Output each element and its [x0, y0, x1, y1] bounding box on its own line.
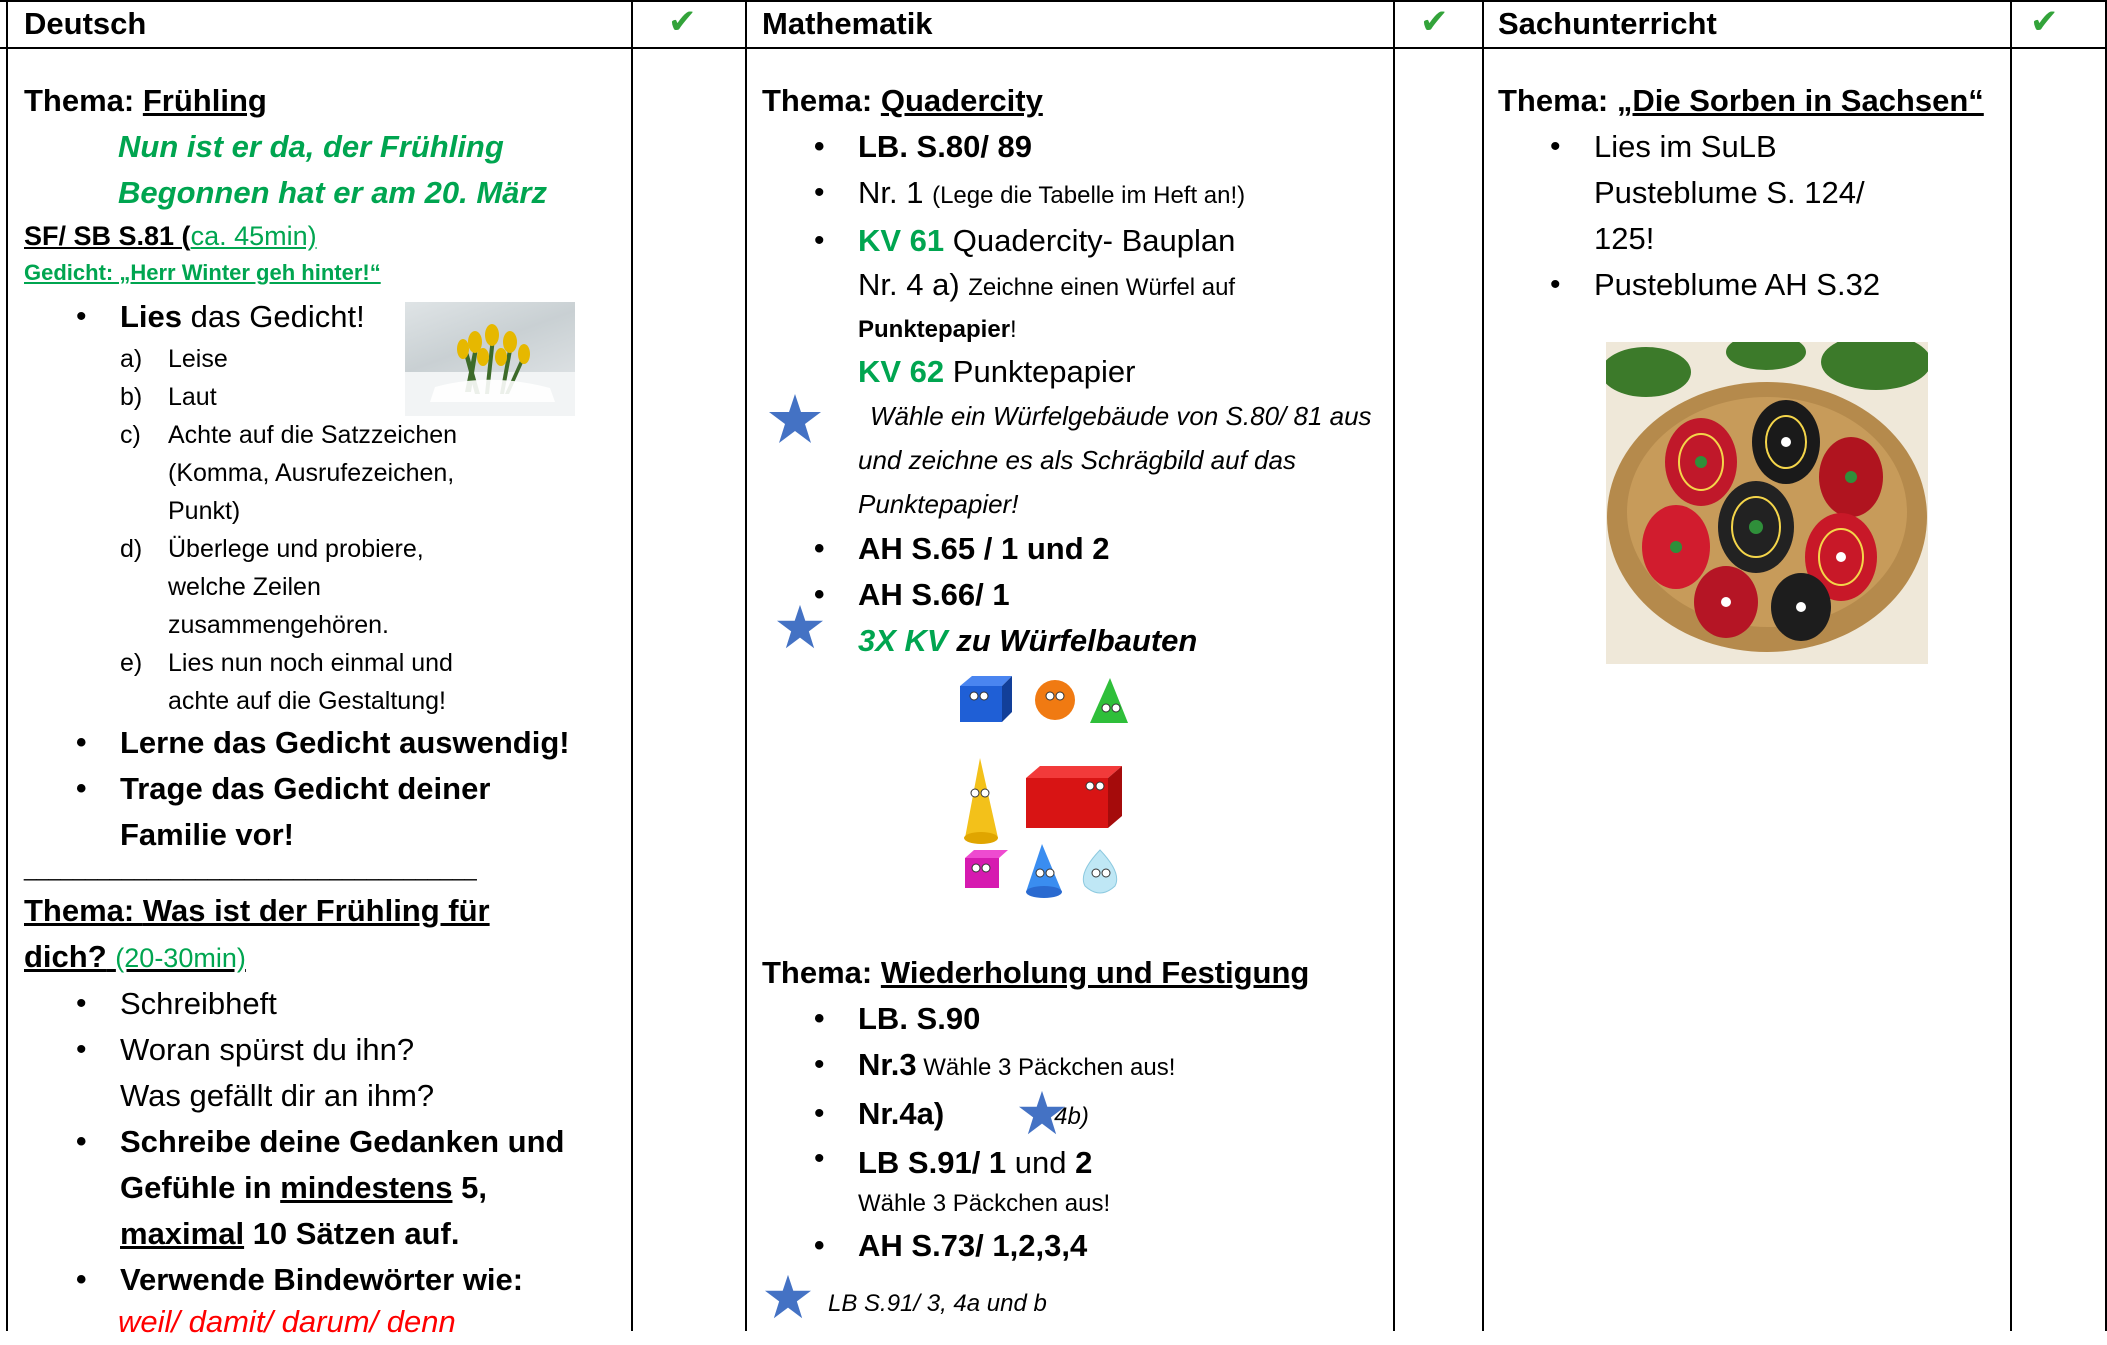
task-verwende: Verwende Bindewörter wie:	[24, 1257, 584, 1303]
thema-was-ist-fruehling: Thema: Was ist der Frühling für dich? (2…	[24, 893, 490, 974]
star-icon	[769, 394, 821, 443]
grid-line	[0, 47, 2107, 49]
checkmark-icon: ✔	[2030, 3, 2059, 41]
thema-wiederholung: Thema: Wiederholung und Festigung	[762, 955, 1310, 990]
crocus-flower-icon	[405, 324, 575, 416]
thema-sorben: Thema: „Die Sorben in Sachsen“	[1498, 83, 1984, 118]
shapes-icon	[960, 676, 1128, 898]
geometry-shapes-image	[950, 668, 1140, 913]
grid-line	[745, 0, 747, 1331]
task-nr3: Nr.3 Wähle 3 Päckchen aus!	[762, 1042, 1387, 1091]
task-ah66: AH S.66/ 1	[762, 572, 1387, 618]
lies-subtasks: a) Leise b) Laut c) Achte auf die Satzzeich…	[24, 340, 464, 720]
grid-line	[0, 0, 2107, 2]
grid-line	[6, 0, 8, 1331]
task-ah73: AH S.73/ 1,2,3,4	[762, 1223, 1387, 1269]
star-icon	[765, 1274, 811, 1319]
task-lb-80: LB. S.80/ 89	[762, 124, 1387, 170]
thema-fruehling: Thema: Frühling	[24, 83, 267, 118]
header-deutsch: Deutsch	[24, 6, 147, 41]
task-ah65: AH S.65 / 1 und 2	[762, 526, 1387, 572]
task-nr1: Nr. 1 (Lege die Tabelle im Heft an!)	[762, 170, 1387, 219]
grid-line	[1393, 0, 1395, 1331]
grid-line	[1482, 0, 1484, 1331]
star-icon	[1019, 1090, 1065, 1135]
crocus-image	[405, 302, 575, 416]
intro-line-1: Nun ist er da, der Frühling	[118, 129, 504, 164]
task-kv61: KV 61 Quadercity- Bauplan Nr. 4 a) Zeich…	[762, 219, 1387, 310]
easter-eggs-icon	[1606, 342, 1928, 664]
mathe-column-2: Thema: Wiederholung und Festigung LB. S.…	[762, 950, 1387, 1319]
task-lb90: LB. S.90	[762, 996, 1387, 1042]
checkmark-icon: ✔	[668, 3, 697, 41]
mathe-column: Thema: Quadercity LB. S.80/ 89 Nr. 1 (Le…	[762, 78, 1387, 664]
task-3x-kv: 3X KV zu Würfelbauten	[858, 623, 1198, 658]
task-lies-sulb: Lies im SuLB Pusteblume S. 124/ 125!	[1498, 124, 1914, 262]
task-lb91: LB S.91/ 1 und 2 Wähle 3 Päckchen aus!	[762, 1140, 1387, 1223]
task-kv62: KV 62 Punktepapier	[858, 354, 1136, 389]
sf-line: SF/ SB S.81 (ca. 45min)	[24, 221, 317, 251]
grid-line	[631, 0, 633, 1331]
task-schreibe: Schreibe deine Gedanken und Gefühle in m…	[24, 1119, 580, 1257]
list-item: e) Lies nun noch einmal und achte auf die…	[120, 649, 453, 715]
task-lerne: Lerne das Gedicht auswendig!	[24, 720, 584, 766]
header-mathematik: Mathematik	[762, 6, 933, 41]
thema-quadercity: Thema: Quadercity	[762, 83, 1043, 118]
task-nr4-cont: Punktepapier!	[858, 316, 1017, 343]
task-waehle-star: Wähle ein Würfelgebäude von S.80/ 81 aus…	[858, 401, 1372, 519]
gedicht-title: Gedicht: „Herr Winter geh hinter!“	[24, 260, 381, 285]
task-woran: Woran spürst du ihn? Was gefällt dir an …	[24, 1027, 470, 1119]
sach-column: Thema: „Die Sorben in Sachsen“ Lies im S…	[1498, 78, 2003, 308]
deutsch-column: Thema: Frühling Nun ist er da, der Frühl…	[24, 78, 624, 1345]
task-trage: Trage das Gedicht deiner Familie vor!	[24, 766, 500, 858]
list-item: b) Laut	[120, 383, 217, 411]
header-sachunterricht: Sachunterricht	[1498, 6, 1717, 41]
task-pusteblume-ah: Pusteblume AH S.32	[1498, 262, 1978, 308]
intro-line-2: Begonnen hat er am 20. März	[118, 175, 547, 210]
task-nr4a: Nr.4a)4b)	[762, 1091, 1387, 1140]
list-item: a) Leise	[120, 345, 228, 373]
easter-eggs-image	[1606, 342, 1928, 664]
task-schreibheft: Schreibheft	[24, 981, 584, 1027]
grid-line	[2105, 0, 2107, 1331]
divider: _____________________________________	[24, 856, 477, 881]
checkmark-icon: ✔	[1420, 3, 1449, 41]
list-item: c) Achte auf die Satzzeichen (Komma, Ausr…	[120, 421, 458, 525]
star-icon	[777, 604, 823, 649]
list-item: d) Überlege und probiere, welche Zeilen z…	[120, 535, 424, 639]
grid-line	[2010, 0, 2012, 1331]
bindewoerter: weil/ damit/ darum/ denn	[118, 1304, 456, 1339]
task-lb91-star: LB S.91/ 3, 4a und b	[828, 1290, 1047, 1317]
